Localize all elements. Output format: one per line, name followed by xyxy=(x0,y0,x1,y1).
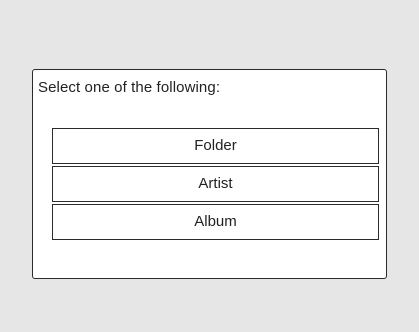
option-list: Folder Artist Album xyxy=(52,128,379,242)
option-album-button[interactable]: Album xyxy=(52,204,379,240)
selection-dialog: Select one of the following: Folder Arti… xyxy=(32,69,387,279)
option-folder-button[interactable]: Folder xyxy=(52,128,379,164)
option-artist-button[interactable]: Artist xyxy=(52,166,379,202)
dialog-prompt: Select one of the following: xyxy=(38,79,221,96)
